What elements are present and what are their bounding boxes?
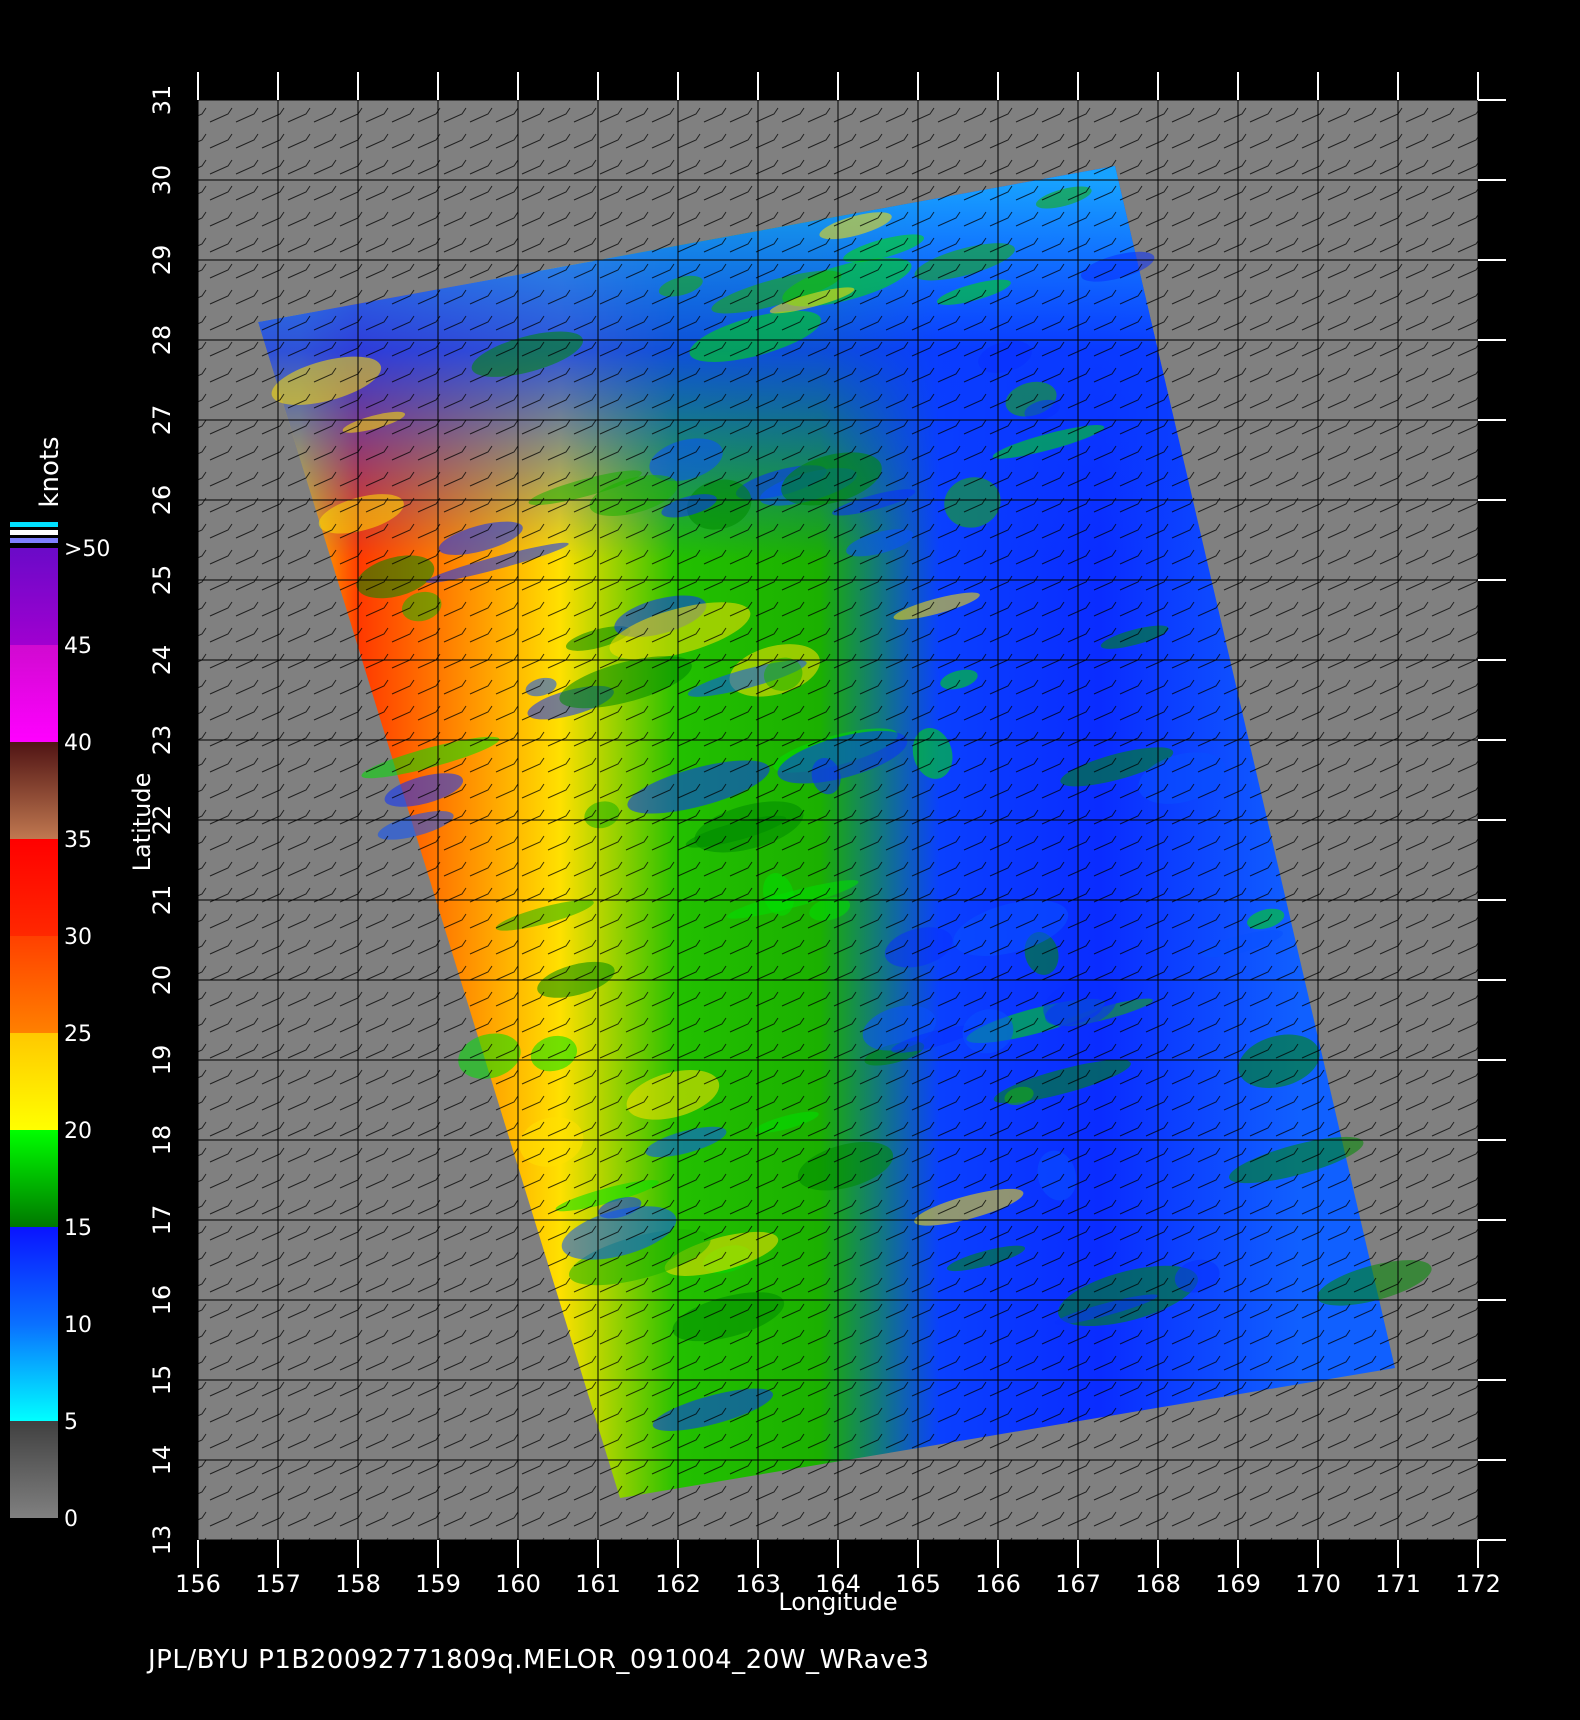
y-tick-label: 14 xyxy=(148,1445,176,1476)
x-tick-label: 171 xyxy=(1375,1570,1421,1598)
y-tick-label: 30 xyxy=(148,165,176,196)
x-tick-label: 170 xyxy=(1295,1570,1341,1598)
y-tick-label: 28 xyxy=(148,325,176,356)
x-tick-label: 166 xyxy=(975,1570,1021,1598)
legend-cap-band xyxy=(10,530,58,535)
y-tick-label: 19 xyxy=(148,1045,176,1076)
legend-band xyxy=(10,1324,58,1421)
x-tick-label: 156 xyxy=(175,1570,221,1598)
color-legend: knots >50 45 40 35 30 25 20 15 10 5 0 xyxy=(10,436,110,1532)
x-tick-label: 163 xyxy=(735,1570,781,1598)
legend-label: 0 xyxy=(64,1507,78,1532)
y-tick-label: 17 xyxy=(148,1205,176,1236)
legend-label: 40 xyxy=(64,731,92,756)
x-tick-label: 165 xyxy=(895,1570,941,1598)
y-tick-label: 27 xyxy=(148,405,176,436)
footer-caption: JPL/BYU P1B20092771809q.MELOR_091004_20W… xyxy=(148,1645,930,1675)
y-tick-label: 13 xyxy=(148,1525,176,1556)
y-tick-label: 15 xyxy=(148,1365,176,1396)
x-tick-label: 172 xyxy=(1455,1570,1501,1598)
y-tick-label: 21 xyxy=(148,885,176,916)
legend-band xyxy=(10,1130,58,1227)
x-tick-label: 167 xyxy=(1055,1570,1101,1598)
legend-label: 35 xyxy=(64,828,92,853)
legend-band xyxy=(10,1227,58,1324)
y-tick-label: 16 xyxy=(148,1285,176,1316)
x-tick-label: 169 xyxy=(1215,1570,1261,1598)
legend-band xyxy=(10,548,58,645)
x-axis-label: Longitude xyxy=(778,1588,897,1616)
legend-label: 25 xyxy=(64,1022,92,1047)
x-tick-label: 159 xyxy=(415,1570,461,1598)
x-tick-label: 157 xyxy=(255,1570,301,1598)
legend-band xyxy=(10,1421,58,1518)
legend-band xyxy=(10,839,58,936)
legend-band xyxy=(10,1033,58,1130)
legend-band xyxy=(10,645,58,742)
y-tick-label: 25 xyxy=(148,565,176,596)
y-tick-label: 20 xyxy=(148,965,176,996)
legend-label: 20 xyxy=(64,1119,92,1144)
y-tick-label: 23 xyxy=(148,725,176,756)
legend-label: 10 xyxy=(64,1313,92,1338)
legend-label: 5 xyxy=(64,1410,78,1435)
x-tick-label: 161 xyxy=(575,1570,621,1598)
legend-label: 45 xyxy=(64,634,92,659)
legend-unit-label: knots xyxy=(35,436,65,507)
legend-label: 15 xyxy=(64,1216,92,1241)
legend-band xyxy=(10,936,58,1033)
x-tick-label: 158 xyxy=(335,1570,381,1598)
wind-speed-map: 156 157 158 159 160 161 162 163 164 165 166 167 168 1… xyxy=(10,72,1506,1616)
y-tick-label: 24 xyxy=(148,645,176,676)
legend-cap-band xyxy=(10,522,58,527)
y-axis-label: Latitude xyxy=(128,773,156,872)
legend-band xyxy=(10,742,58,839)
y-tick-label: 29 xyxy=(148,245,176,276)
legend-cap-band xyxy=(10,538,58,543)
x-tick-label: 160 xyxy=(495,1570,541,1598)
y-tick-label: 31 xyxy=(148,85,176,116)
y-tick-label: 26 xyxy=(148,485,176,516)
legend-label: >50 xyxy=(64,537,110,562)
x-tick-label: 168 xyxy=(1135,1570,1181,1598)
legend-label: 30 xyxy=(64,925,92,950)
y-tick-label: 18 xyxy=(148,1125,176,1156)
x-tick-label: 162 xyxy=(655,1570,701,1598)
